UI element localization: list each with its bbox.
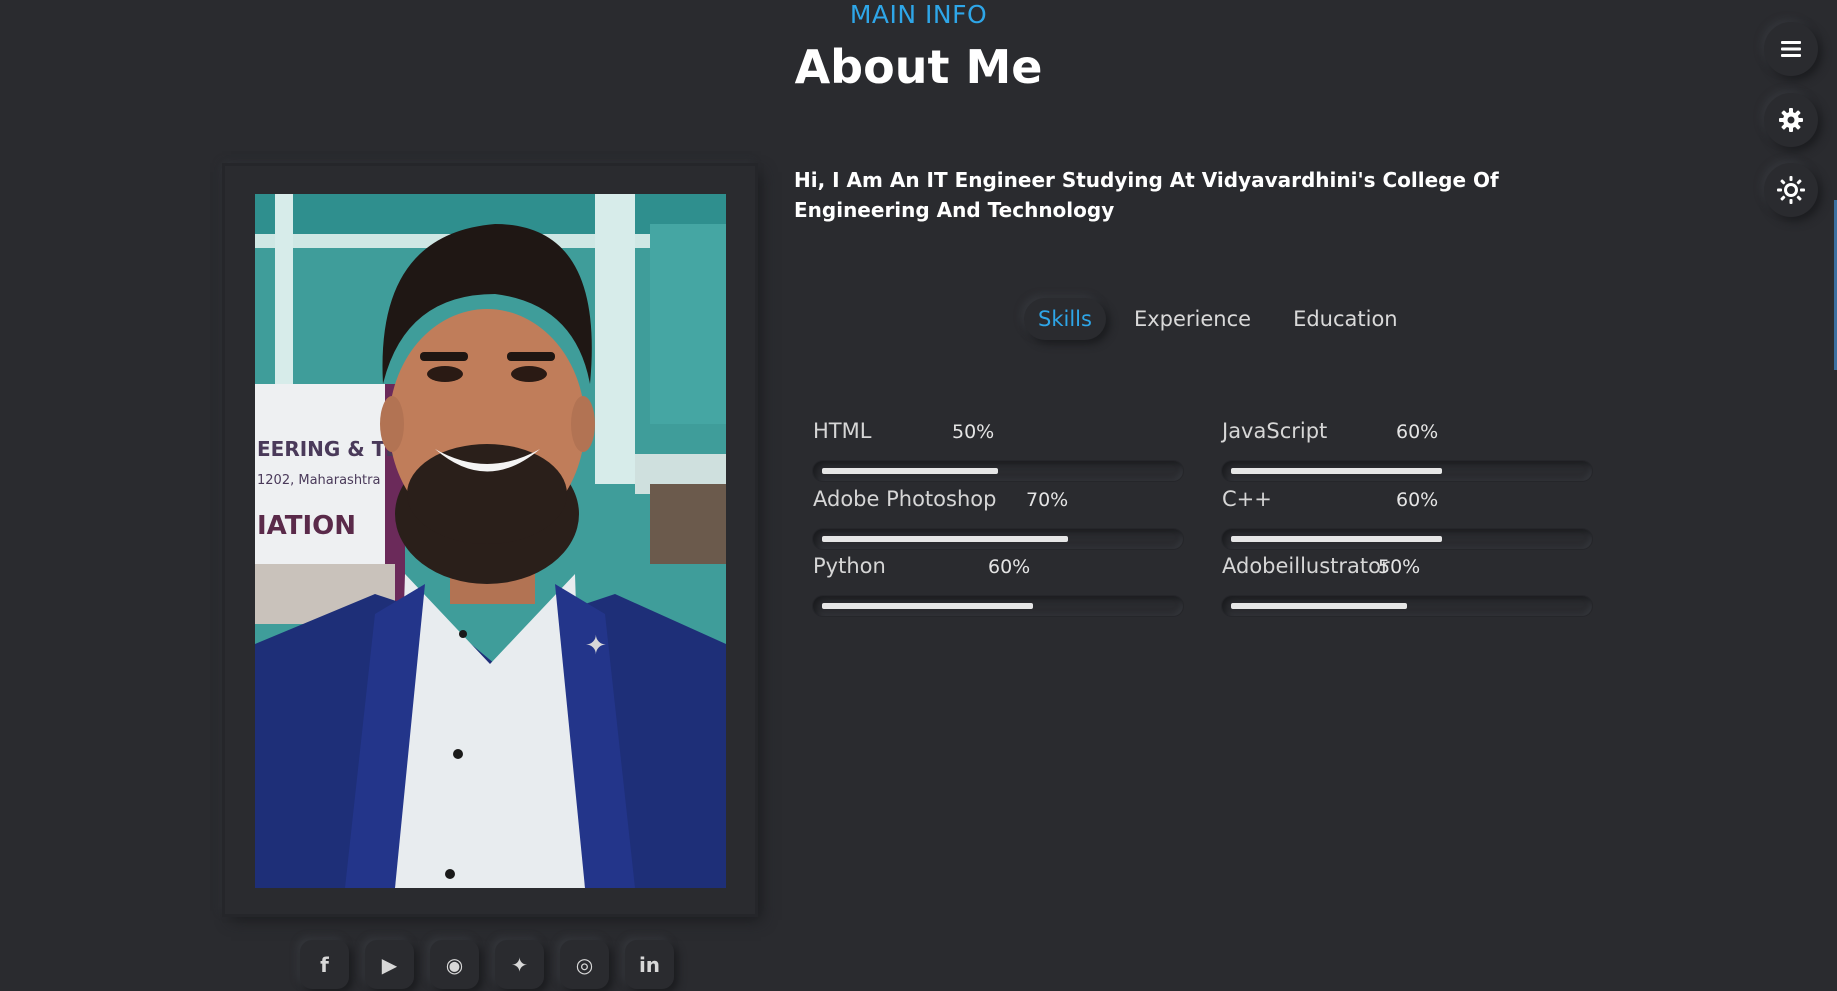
- skill-percent: 70%: [1026, 489, 1069, 511]
- skill-adobe-illustrator: Adobeillustrator 50%: [1222, 554, 1592, 618]
- skill-progress-fill: [822, 536, 1068, 542]
- skill-percent: 50%: [952, 421, 995, 443]
- menu-button[interactable]: [1764, 22, 1818, 76]
- settings-button[interactable]: [1764, 93, 1818, 147]
- section-label: MAIN INFO: [849, 0, 988, 29]
- profile-photo: EERING & TEC 1202, Maharashtra IATION ✦: [255, 194, 726, 888]
- about-page: MAIN INFO About Me EERING & TEC 1202, Ma…: [0, 0, 1837, 991]
- skill-name: C++: [1222, 487, 1272, 511]
- skill-progress-track: [813, 461, 1183, 481]
- svg-text:✦: ✦: [585, 631, 607, 661]
- menu-icon: [1781, 41, 1801, 57]
- skill-name: JavaScript: [1222, 419, 1328, 443]
- page-title: About Me: [794, 40, 1043, 94]
- sun-icon: [1777, 176, 1805, 204]
- skill-name: Adobe Photoshop: [813, 487, 997, 511]
- skill-percent: 50%: [1378, 556, 1421, 578]
- linkedin-icon[interactable]: in: [625, 940, 674, 989]
- gear-icon: [1779, 108, 1803, 132]
- skill-progress-fill: [822, 468, 998, 474]
- github-icon[interactable]: ◉: [430, 940, 479, 989]
- skill-name: HTML: [813, 419, 872, 443]
- youtube-icon[interactable]: ▶: [365, 940, 414, 989]
- skill-name: Adobeillustrator: [1222, 554, 1390, 578]
- skill-progress-track: [1222, 529, 1592, 549]
- tab-skills[interactable]: Skills: [1024, 298, 1106, 340]
- skill-progress-fill: [822, 603, 1033, 609]
- skill-progress-track: [1222, 461, 1592, 481]
- twitter-icon[interactable]: ✦: [495, 940, 544, 989]
- theme-toggle-button[interactable]: [1764, 163, 1818, 217]
- facebook-icon[interactable]: f: [300, 940, 349, 989]
- skill-progress-track: [813, 596, 1183, 616]
- skill-progress-track: [1222, 596, 1592, 616]
- skill-cpp: C++ 60%: [1222, 487, 1592, 551]
- skill-python: Python 60%: [813, 554, 1183, 618]
- skill-progress-fill: [1231, 603, 1407, 609]
- about-tabs: Skills Experience Education: [1024, 298, 1412, 340]
- sign-text-2: 1202, Maharashtra: [257, 473, 380, 488]
- skill-javascript: JavaScript 60%: [1222, 419, 1592, 483]
- skill-percent: 60%: [1396, 421, 1439, 443]
- instagram-icon[interactable]: ◎: [560, 940, 609, 989]
- social-links: f ▶ ◉ ✦ ◎ in: [300, 940, 674, 989]
- skill-progress-track: [813, 529, 1183, 549]
- skill-progress-fill: [1231, 536, 1442, 542]
- skill-percent: 60%: [988, 556, 1031, 578]
- intro-text: Hi, I Am An IT Engineer Studying At Vidy…: [794, 168, 1499, 222]
- sign-text-3: IATION: [257, 511, 356, 541]
- tab-education[interactable]: Education: [1279, 298, 1412, 340]
- skill-name: Python: [813, 554, 886, 578]
- profile-photo-card: EERING & TEC 1202, Maharashtra IATION ✦: [225, 166, 755, 914]
- skill-progress-fill: [1231, 468, 1442, 474]
- skill-percent: 60%: [1396, 489, 1439, 511]
- skill-adobe-photoshop: Adobe Photoshop 70%: [813, 487, 1183, 551]
- tab-experience[interactable]: Experience: [1120, 298, 1265, 340]
- skill-html: HTML 50%: [813, 419, 1183, 483]
